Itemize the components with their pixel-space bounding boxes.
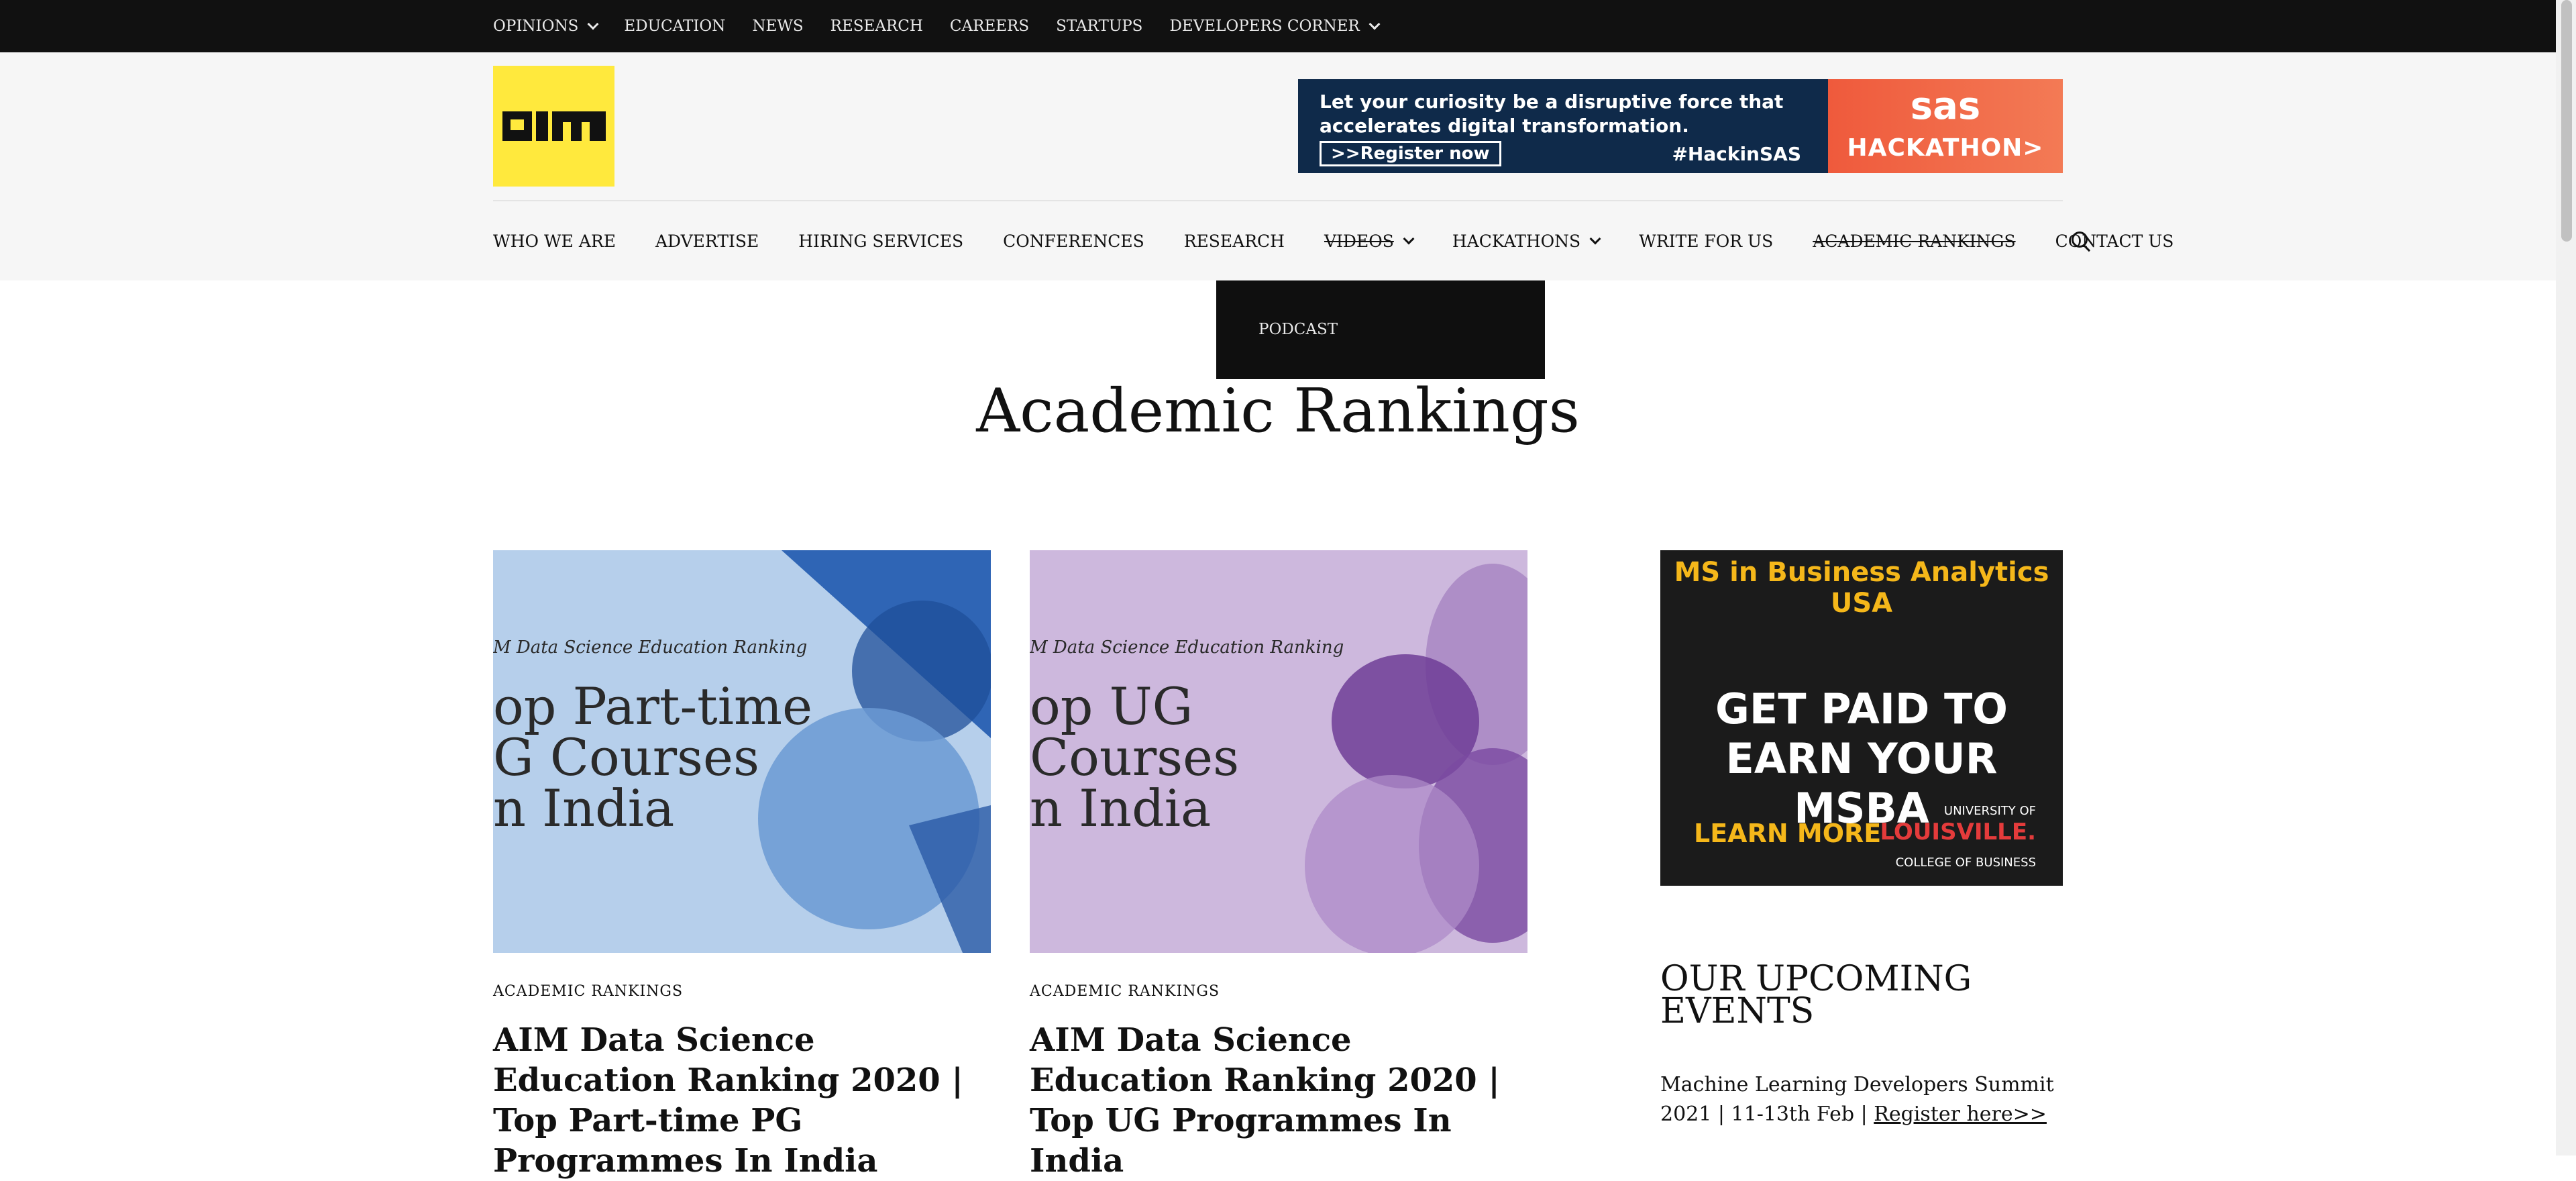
- thumbnail-headline: op UG Courses n India: [1030, 676, 1240, 838]
- nav-label: WHO WE ARE: [493, 231, 616, 251]
- banner-tagline: Let your curiosity be a disruptive force…: [1320, 91, 1784, 137]
- topnav-research[interactable]: RESEARCH: [830, 17, 923, 35]
- nav-label: WRITE FOR US: [1639, 231, 1774, 251]
- top-nav: OPINIONS EDUCATION NEWS RESEARCH CAREERS…: [493, 0, 1405, 52]
- topnav-label: EDUCATION: [624, 17, 726, 35]
- topnav-label: NEWS: [752, 17, 804, 35]
- nav-hackathons[interactable]: HACKATHONS: [1452, 231, 1601, 251]
- scrollbar-thumb[interactable]: [2561, 0, 2572, 242]
- site-logo[interactable]: [493, 66, 614, 187]
- topnav-label: STARTUPS: [1056, 17, 1143, 35]
- ad-headline: MS in Business Analytics USA: [1674, 557, 2049, 619]
- top-bar: OPINIONS EDUCATION NEWS RESEARCH CAREERS…: [0, 0, 2556, 52]
- ad-college: COLLEGE OF BUSINESS: [1895, 856, 2036, 870]
- ad-cta[interactable]: LEARN MORE: [1694, 819, 1881, 848]
- article-title[interactable]: AIM Data Science Education Ranking 2020 …: [1030, 1020, 1527, 1181]
- topnav-label: DEVELOPERS CORNER: [1169, 17, 1360, 35]
- chevron-down-icon: [587, 18, 599, 30]
- banner-hashtag: #HackinSAS: [1672, 143, 1801, 165]
- thumbnail-kicker: M Data Science Education Ranking: [1030, 637, 1344, 658]
- article-title[interactable]: AIM Data Science Education Ranking 2020 …: [493, 1020, 991, 1181]
- aim-logo-icon: [502, 111, 606, 141]
- nav-advertise[interactable]: ADVERTISE: [655, 232, 759, 251]
- nav-who-we-are[interactable]: WHO WE ARE: [493, 232, 616, 251]
- article-category[interactable]: ACADEMIC RANKINGS: [1030, 983, 1527, 1000]
- article-card[interactable]: M Data Science Education Ranking op UG C…: [1030, 550, 1527, 1181]
- nav-academic-rankings[interactable]: ACADEMIC RANKINGS: [1813, 232, 2015, 251]
- nav-label: HACKATHONS: [1452, 231, 1581, 251]
- nav-label: VIDEOS: [1324, 231, 1394, 251]
- nav-conferences[interactable]: CONFERENCES: [1003, 232, 1144, 251]
- sas-logo: sas: [1910, 85, 1981, 128]
- topnav-label: RESEARCH: [830, 17, 923, 35]
- msba-ad[interactable]: MS in Business Analytics USA GET PAID TO…: [1660, 550, 2063, 886]
- topnav-careers[interactable]: CAREERS: [950, 17, 1029, 35]
- article-category[interactable]: ACADEMIC RANKINGS: [493, 983, 991, 1000]
- videos-dropdown-menu: PODCAST: [1216, 280, 1545, 379]
- banner-left: Let your curiosity be a disruptive force…: [1298, 79, 1828, 173]
- events-section-title: OUR UPCOMING EVENTS: [1660, 959, 1972, 1031]
- page-scrollbar[interactable]: [2556, 0, 2576, 1156]
- header-divider: [493, 200, 2063, 201]
- nav-label: RESEARCH: [1183, 231, 1285, 251]
- thumbnail-kicker: M Data Science Education Ranking: [493, 637, 808, 658]
- nav-write-for-us[interactable]: WRITE FOR US: [1639, 232, 1773, 251]
- event-register-link[interactable]: Register here>>: [1874, 1102, 2047, 1126]
- ad-university: UNIVERSITY OF LOUISVILLE.: [1880, 804, 2036, 845]
- topnav-label: OPINIONS: [493, 17, 579, 35]
- banner-right: sas HACKATHON>: [1828, 79, 2063, 173]
- banner-register-button[interactable]: >>Register now: [1320, 141, 1501, 166]
- banner-event-name: HACKATHON>: [1847, 134, 2044, 162]
- topnav-education[interactable]: EDUCATION: [624, 17, 725, 35]
- nav-videos[interactable]: VIDEOS: [1324, 231, 1415, 251]
- nav-label: ADVERTISE: [655, 231, 759, 251]
- sas-hackathon-banner[interactable]: Let your curiosity be a disruptive force…: [1298, 79, 2063, 173]
- chevron-down-icon: [1403, 233, 1415, 245]
- dropdown-item-podcast[interactable]: PODCAST: [1258, 321, 1338, 338]
- article-card[interactable]: M Data Science Education Ranking op Part…: [493, 550, 991, 1181]
- topnav-startups[interactable]: STARTUPS: [1056, 17, 1142, 35]
- thumbnail-headline: op Part-time G Courses n India: [493, 676, 813, 838]
- main-nav: WHO WE ARE ADVERTISE HIRING SERVICES CON…: [493, 221, 2213, 260]
- article-thumbnail[interactable]: M Data Science Education Ranking op UG C…: [1030, 550, 1527, 953]
- nav-research[interactable]: RESEARCH: [1184, 232, 1285, 251]
- ad-university-of: UNIVERSITY OF: [1943, 804, 2036, 818]
- topnav-developers-corner[interactable]: DEVELOPERS CORNER: [1169, 17, 1381, 35]
- chevron-down-icon: [1589, 233, 1601, 245]
- topnav-opinions[interactable]: OPINIONS: [493, 17, 599, 35]
- nav-label: CONFERENCES: [1003, 231, 1144, 251]
- search-icon[interactable]: [2072, 232, 2088, 248]
- chevron-down-icon: [1368, 18, 1381, 30]
- ad-university-name: LOUISVILLE.: [1880, 819, 2036, 845]
- nav-label: HIRING SERVICES: [798, 231, 964, 251]
- article-thumbnail[interactable]: M Data Science Education Ranking op Part…: [493, 550, 991, 953]
- nav-label: ACADEMIC RANKINGS: [1813, 231, 2016, 251]
- nav-hiring-services[interactable]: HIRING SERVICES: [798, 232, 963, 251]
- topnav-label: CAREERS: [949, 17, 1030, 35]
- event-item: Machine Learning Developers Summit 2021 …: [1660, 1070, 2076, 1129]
- page-title: Academic Rankings: [976, 376, 1580, 446]
- topnav-news[interactable]: NEWS: [752, 17, 803, 35]
